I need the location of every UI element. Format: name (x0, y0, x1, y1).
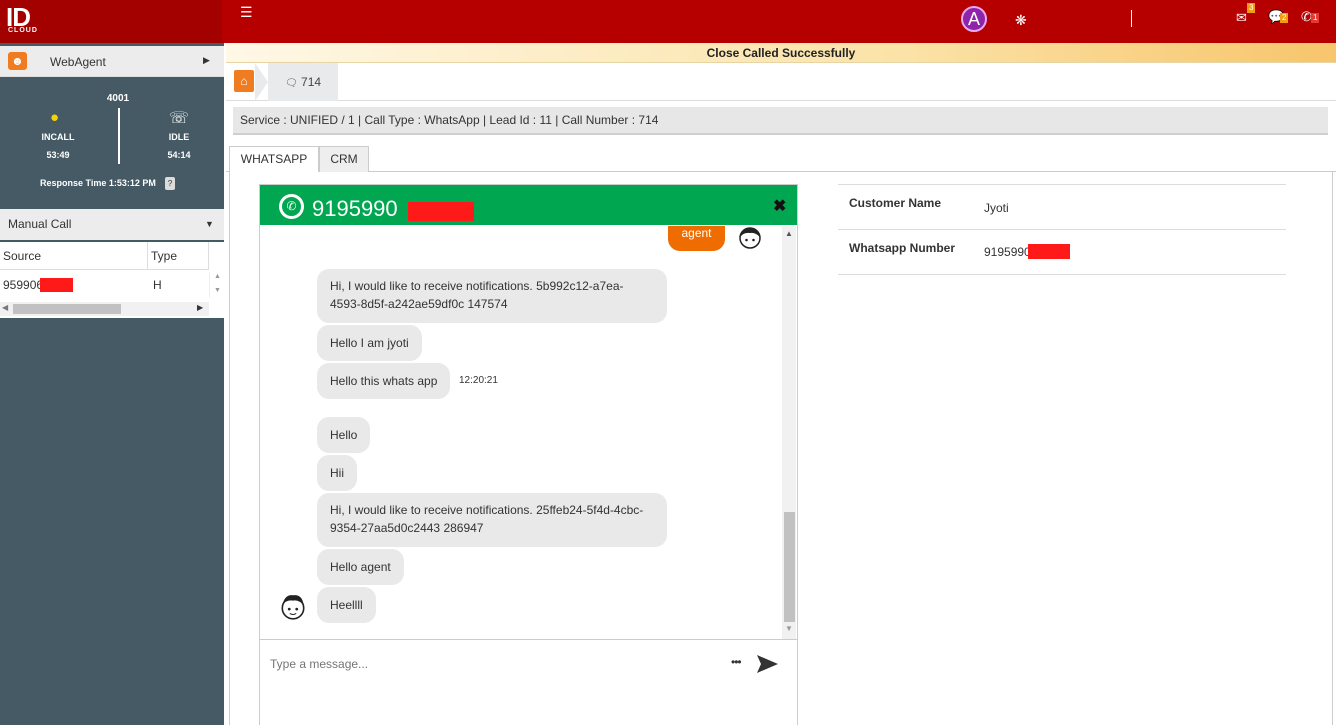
customer-message: Hello agent (317, 549, 404, 585)
message-line: Hi, I would like to receive notification… (330, 279, 624, 293)
whatsapp-number-row: Whatsapp Number 9195990 (838, 230, 1286, 275)
call-count-badge: 1 (1311, 13, 1320, 23)
webagent-label: WebAgent (50, 55, 106, 69)
customer-message: Hii (317, 455, 357, 491)
agent-message: agent (668, 226, 725, 251)
message-line: 9354-27aa5d0c2443 286947 (330, 521, 484, 535)
message-input[interactable] (270, 652, 710, 676)
manual-call-label: Manual Call (8, 217, 72, 231)
scroll-left-icon[interactable]: ◀ (2, 303, 8, 312)
message-line: 4593-8d5f-a242ae59df0c 147574 (330, 297, 508, 311)
tab-whatsapp[interactable]: WHATSAPP (229, 146, 319, 174)
customer-avatar (281, 595, 305, 620)
horizontal-scrollbar[interactable]: ◀ ▶ (0, 302, 209, 316)
comment-icon: 🗨 (285, 78, 298, 89)
scroll-up-icon[interactable]: ▲ (785, 229, 793, 238)
phone-idle-icon: ☏ (169, 110, 190, 127)
source-table: Source Type 959906 H ▲ ▼ ◀ ▶ (0, 242, 224, 318)
status-divider (118, 108, 120, 164)
webagent-panel-header[interactable]: ☻ WebAgent ▶ (0, 46, 224, 77)
manual-call-dropdown[interactable]: Manual Call ▼ (0, 209, 224, 240)
agent-incall-icon: ● (50, 109, 60, 126)
customer-name-label: Customer Name (849, 196, 942, 210)
type-cell: H (153, 278, 162, 292)
customer-message: Heellll (317, 587, 376, 623)
help-icon[interactable]: ? (165, 177, 175, 190)
message-line: Hi, I would like to receive notification… (330, 503, 644, 517)
scroll-down-icon[interactable]: ▼ (214, 287, 221, 294)
customer-message: Hello I am jyoti (317, 325, 422, 361)
user-avatar[interactable]: A (961, 6, 987, 32)
response-time: Response Time 1:53:12 PM (40, 178, 156, 188)
customer-message: Hello (317, 417, 371, 453)
incall-timer: 53:49 (46, 150, 70, 160)
call-info-bar: Service : UNIFIED / 1 | Call Type : What… (233, 107, 1328, 135)
tab-bar (226, 142, 1336, 172)
idle-label: IDLE (168, 132, 190, 142)
whatsapp-number-value: 9195990 (984, 245, 1031, 259)
user-icon: ☻ (8, 52, 27, 70)
send-icon[interactable] (757, 655, 778, 673)
close-icon[interactable]: ✖ (773, 196, 786, 216)
home-icon[interactable]: ⌂ (234, 70, 254, 92)
whatsapp-icon: ✆ (279, 194, 304, 219)
chat-count-badge: 2 (1280, 13, 1289, 23)
more-options-icon[interactable]: ••• (731, 655, 742, 669)
notification-bar: Close Called Successfully (226, 43, 1336, 63)
scroll-down-icon[interactable]: ▼ (785, 624, 793, 633)
table-row[interactable]: 959906 H (0, 272, 209, 296)
redaction-mark (408, 202, 474, 221)
column-header-source[interactable]: Source (0, 242, 148, 270)
extension-number: 4001 (106, 93, 130, 104)
tab-crm[interactable]: CRM (319, 146, 369, 173)
caret-down-icon: ▼ (205, 219, 214, 229)
message-timestamp: 12:20:21 (459, 375, 498, 386)
customer-message: Hi, I would like to receive notification… (317, 493, 667, 547)
scroll-right-icon[interactable]: ▶ (197, 303, 203, 312)
logo-subtext: CLOUD (8, 27, 38, 34)
breadcrumb (226, 63, 1336, 101)
source-cell: 959906 (3, 278, 44, 292)
chat-messages: agent Hi, I would like to receive notifi… (261, 226, 781, 639)
chat-phone-number: 9195990 (312, 196, 398, 221)
customer-name-row: Customer Name Jyoti (838, 185, 1286, 230)
breadcrumb-item[interactable]: 🗨 714 (268, 63, 338, 101)
scroll-thumb[interactable] (13, 304, 121, 314)
customer-message: Hi, I would like to receive notification… (317, 269, 667, 323)
redaction-mark (40, 278, 73, 292)
vertical-scrollbar[interactable]: ▲ ▼ (209, 272, 224, 298)
breadcrumb-arrow (255, 63, 268, 101)
incall-label: INCALL (41, 132, 75, 142)
customer-message: Hello this whats app (317, 363, 451, 399)
idle-timer: 54:14 (167, 150, 191, 160)
scroll-up-icon[interactable]: ▲ (214, 273, 221, 280)
menu-icon[interactable]: ☰ (240, 4, 253, 21)
logo: ID CLOUD (0, 0, 222, 43)
chat-header: ✆ 9195990 ✖ (260, 185, 797, 225)
sidebar (0, 43, 224, 725)
chat-scroll-thumb[interactable] (784, 512, 795, 622)
page: ID CLOUD ☰ A ❋ ✉ 3 💬 2 ✆ 1 ☻ WebAgent ▶ … (0, 0, 1336, 725)
customer-info-table: Customer Name Jyoti Whatsapp Number 9195… (838, 184, 1286, 275)
agent-avatar (739, 227, 761, 249)
column-header-type[interactable]: Type (148, 242, 209, 270)
settings-icon[interactable]: ❋ (1015, 12, 1027, 29)
breadcrumb-item-label: 714 (301, 75, 322, 89)
redaction-mark (1028, 244, 1070, 259)
header-divider (1131, 10, 1132, 27)
caret-right-icon: ▶ (203, 55, 210, 65)
mail-icon[interactable]: ✉ (1236, 10, 1247, 26)
mail-count-badge: 3 (1247, 3, 1256, 13)
chat-footer: ••• (260, 639, 797, 725)
customer-name-value: Jyoti (984, 201, 1009, 215)
whatsapp-number-label: Whatsapp Number (849, 241, 956, 255)
